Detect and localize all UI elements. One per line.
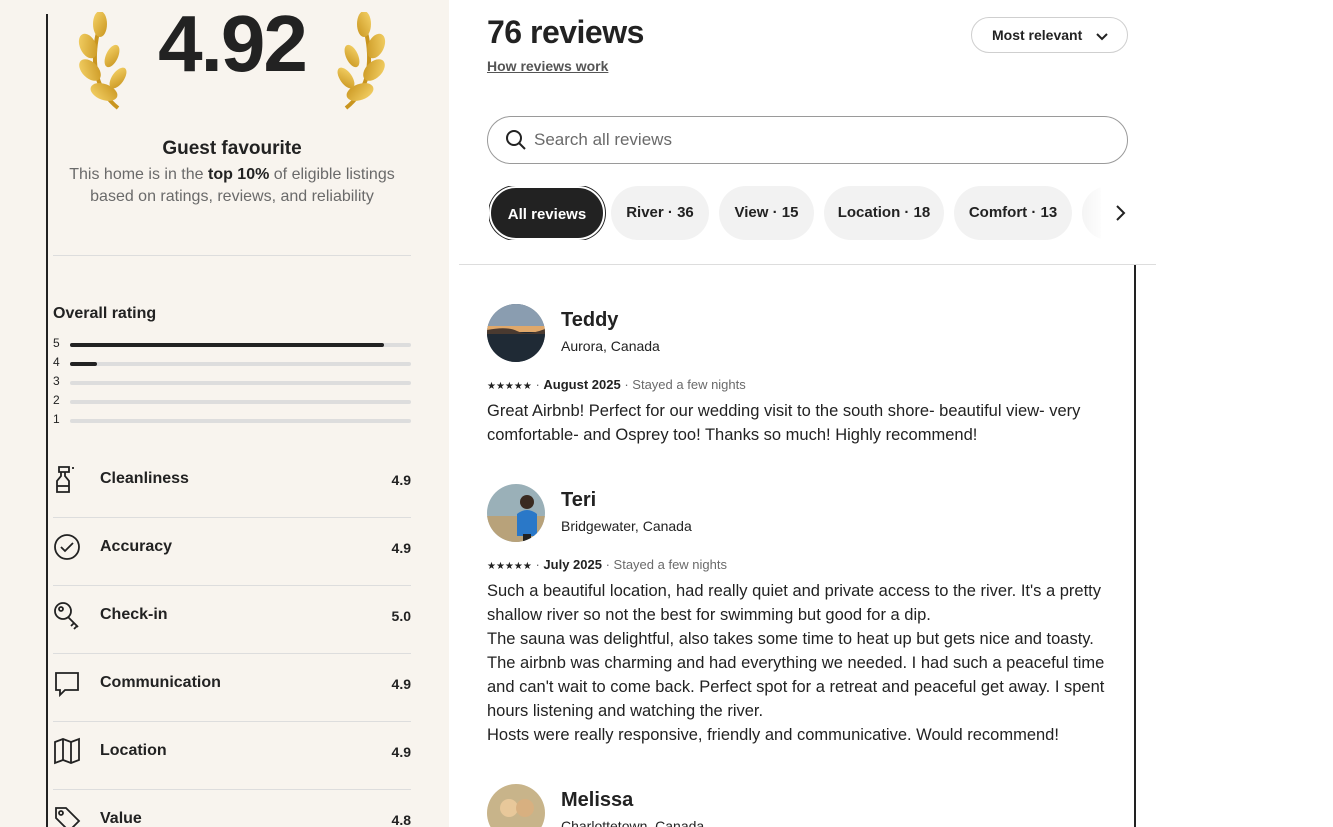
key-icon	[54, 602, 79, 630]
chip-comfort[interactable]: Comfort · 13	[954, 186, 1072, 240]
category-label: Value	[100, 810, 142, 827]
avatar[interactable]	[487, 304, 545, 362]
chip-all-reviews[interactable]: All reviews	[489, 186, 605, 240]
laurel-right-icon	[337, 12, 386, 110]
review-text: Great Airbnb! Perfect for our wedding vi…	[487, 402, 1081, 444]
rating-bar-track	[70, 362, 411, 366]
guest-favourite-title: Guest favourite	[162, 138, 302, 159]
chip-location[interactable]: Location · 18	[824, 186, 944, 240]
star-rating: ★★★★★	[487, 561, 532, 572]
review-meta: ★★★★★ · July 2025 · Stayed a few nights	[487, 557, 727, 572]
category-value: 4.9	[391, 676, 411, 692]
rating-bar-label: 5	[53, 336, 60, 350]
stay-length: Stayed a few nights	[632, 377, 746, 392]
guest-favourite-badge: 4.92	[62, 0, 402, 130]
rating-bar-track	[70, 381, 411, 385]
spray-bottle-icon	[56, 466, 74, 493]
rating-bar-label: 2	[53, 393, 60, 407]
panel-edge-line	[46, 14, 48, 827]
review-date: August 2025	[543, 377, 621, 392]
reviews-count-title: 76 reviews	[487, 14, 644, 50]
chevron-right-icon[interactable]	[1108, 201, 1132, 225]
filter-chips-row: All reviews River · 36 View · 15 Locatio…	[489, 186, 1101, 240]
category-value: 4.9	[391, 744, 411, 760]
reviewer-name: Teri	[561, 489, 597, 511]
rating-bar-row: 1	[53, 412, 411, 426]
reviewer-name: Teddy	[561, 309, 619, 331]
desc-text-bold: top 10%	[207, 166, 270, 183]
reviewer-location: Bridgewater, Canada	[561, 518, 692, 534]
reviewer-name: Melissa	[561, 789, 634, 811]
review-item: Teri Bridgewater, Canada ★★★★★ · July 20…	[487, 484, 1127, 754]
category-label: Cleanliness	[100, 470, 189, 487]
chat-bubble-icon	[55, 672, 79, 698]
rating-bar-label: 3	[53, 374, 60, 388]
category-value: 4.9	[391, 540, 411, 556]
chip-view[interactable]: View · 15	[719, 186, 814, 240]
category-row-cleanliness: Cleanliness 4.9	[53, 450, 411, 518]
check-circle-icon	[54, 534, 80, 560]
category-label: Check-in	[100, 606, 168, 623]
search-icon	[506, 130, 526, 150]
category-row-value: Value 4.8	[53, 790, 411, 827]
map-icon	[54, 737, 80, 765]
reviewer-location: Charlottetown, Canada	[561, 818, 705, 827]
chip-river[interactable]: River · 36	[611, 186, 709, 240]
rating-bar-track	[70, 419, 411, 423]
category-row-communication: Communication 4.9	[53, 654, 411, 722]
category-value: 5.0	[391, 608, 411, 624]
divider	[53, 255, 411, 256]
rating-bar-label: 1	[53, 412, 60, 426]
rating-bar-track	[70, 343, 411, 347]
review-meta: ★★★★★ · August 2025 · Stayed a few night…	[487, 377, 746, 392]
category-row-check-in: Check-in 5.0	[53, 586, 411, 654]
meta-separator: ·	[605, 557, 614, 572]
search-input[interactable]	[534, 129, 1094, 151]
sort-label: Most relevant	[992, 27, 1083, 43]
rating-bar-row: 5	[53, 336, 411, 350]
review-text: Such a beautiful location, had really qu…	[487, 582, 1105, 744]
overall-rating-title: Overall rating	[53, 305, 157, 322]
reviewer-location: Aurora, Canada	[561, 338, 660, 354]
rating-bar-label: 4	[53, 355, 60, 369]
avatar[interactable]	[487, 784, 545, 827]
review-item: Melissa Charlottetown, Canada	[487, 784, 1127, 827]
rating-bar-row: 3	[53, 374, 411, 388]
search-reviews-box[interactable]	[487, 116, 1128, 164]
rating-bar-track	[70, 400, 411, 404]
guest-favourite-description: This home is in the top 10% of eligible …	[56, 164, 408, 208]
desc-text-before: This home is in the	[69, 166, 208, 183]
price-tag-icon	[55, 807, 81, 827]
category-row-accuracy: Accuracy 4.9	[53, 518, 411, 586]
rating-bar-row: 4	[53, 355, 411, 369]
sort-dropdown-button[interactable]: Most relevant	[971, 17, 1128, 53]
category-value: 4.9	[391, 472, 411, 488]
category-label: Accuracy	[100, 538, 173, 555]
rating-summary-panel: 4.92 Guest favourite This home is in the…	[0, 0, 449, 827]
category-label: Communication	[100, 674, 221, 691]
rating-bar-fill	[70, 343, 384, 347]
review-date: July 2025	[543, 557, 602, 572]
rating-bar-fill	[70, 362, 98, 366]
how-reviews-work-link[interactable]: How reviews work	[487, 58, 608, 74]
star-rating: ★★★★★	[487, 381, 532, 392]
rating-bar-row: 2	[53, 393, 411, 407]
panel-edge-line	[1134, 265, 1136, 827]
stay-length: Stayed a few nights	[613, 557, 727, 572]
avatar[interactable]	[487, 484, 545, 542]
category-value: 4.8	[391, 812, 411, 827]
divider	[459, 264, 1156, 265]
category-row-location: Location 4.9	[53, 722, 411, 790]
review-item: Teddy Aurora, Canada ★★★★★ · August 2025…	[487, 304, 1127, 454]
category-label: Location	[100, 742, 167, 759]
chevron-down-icon	[1096, 33, 1108, 41]
